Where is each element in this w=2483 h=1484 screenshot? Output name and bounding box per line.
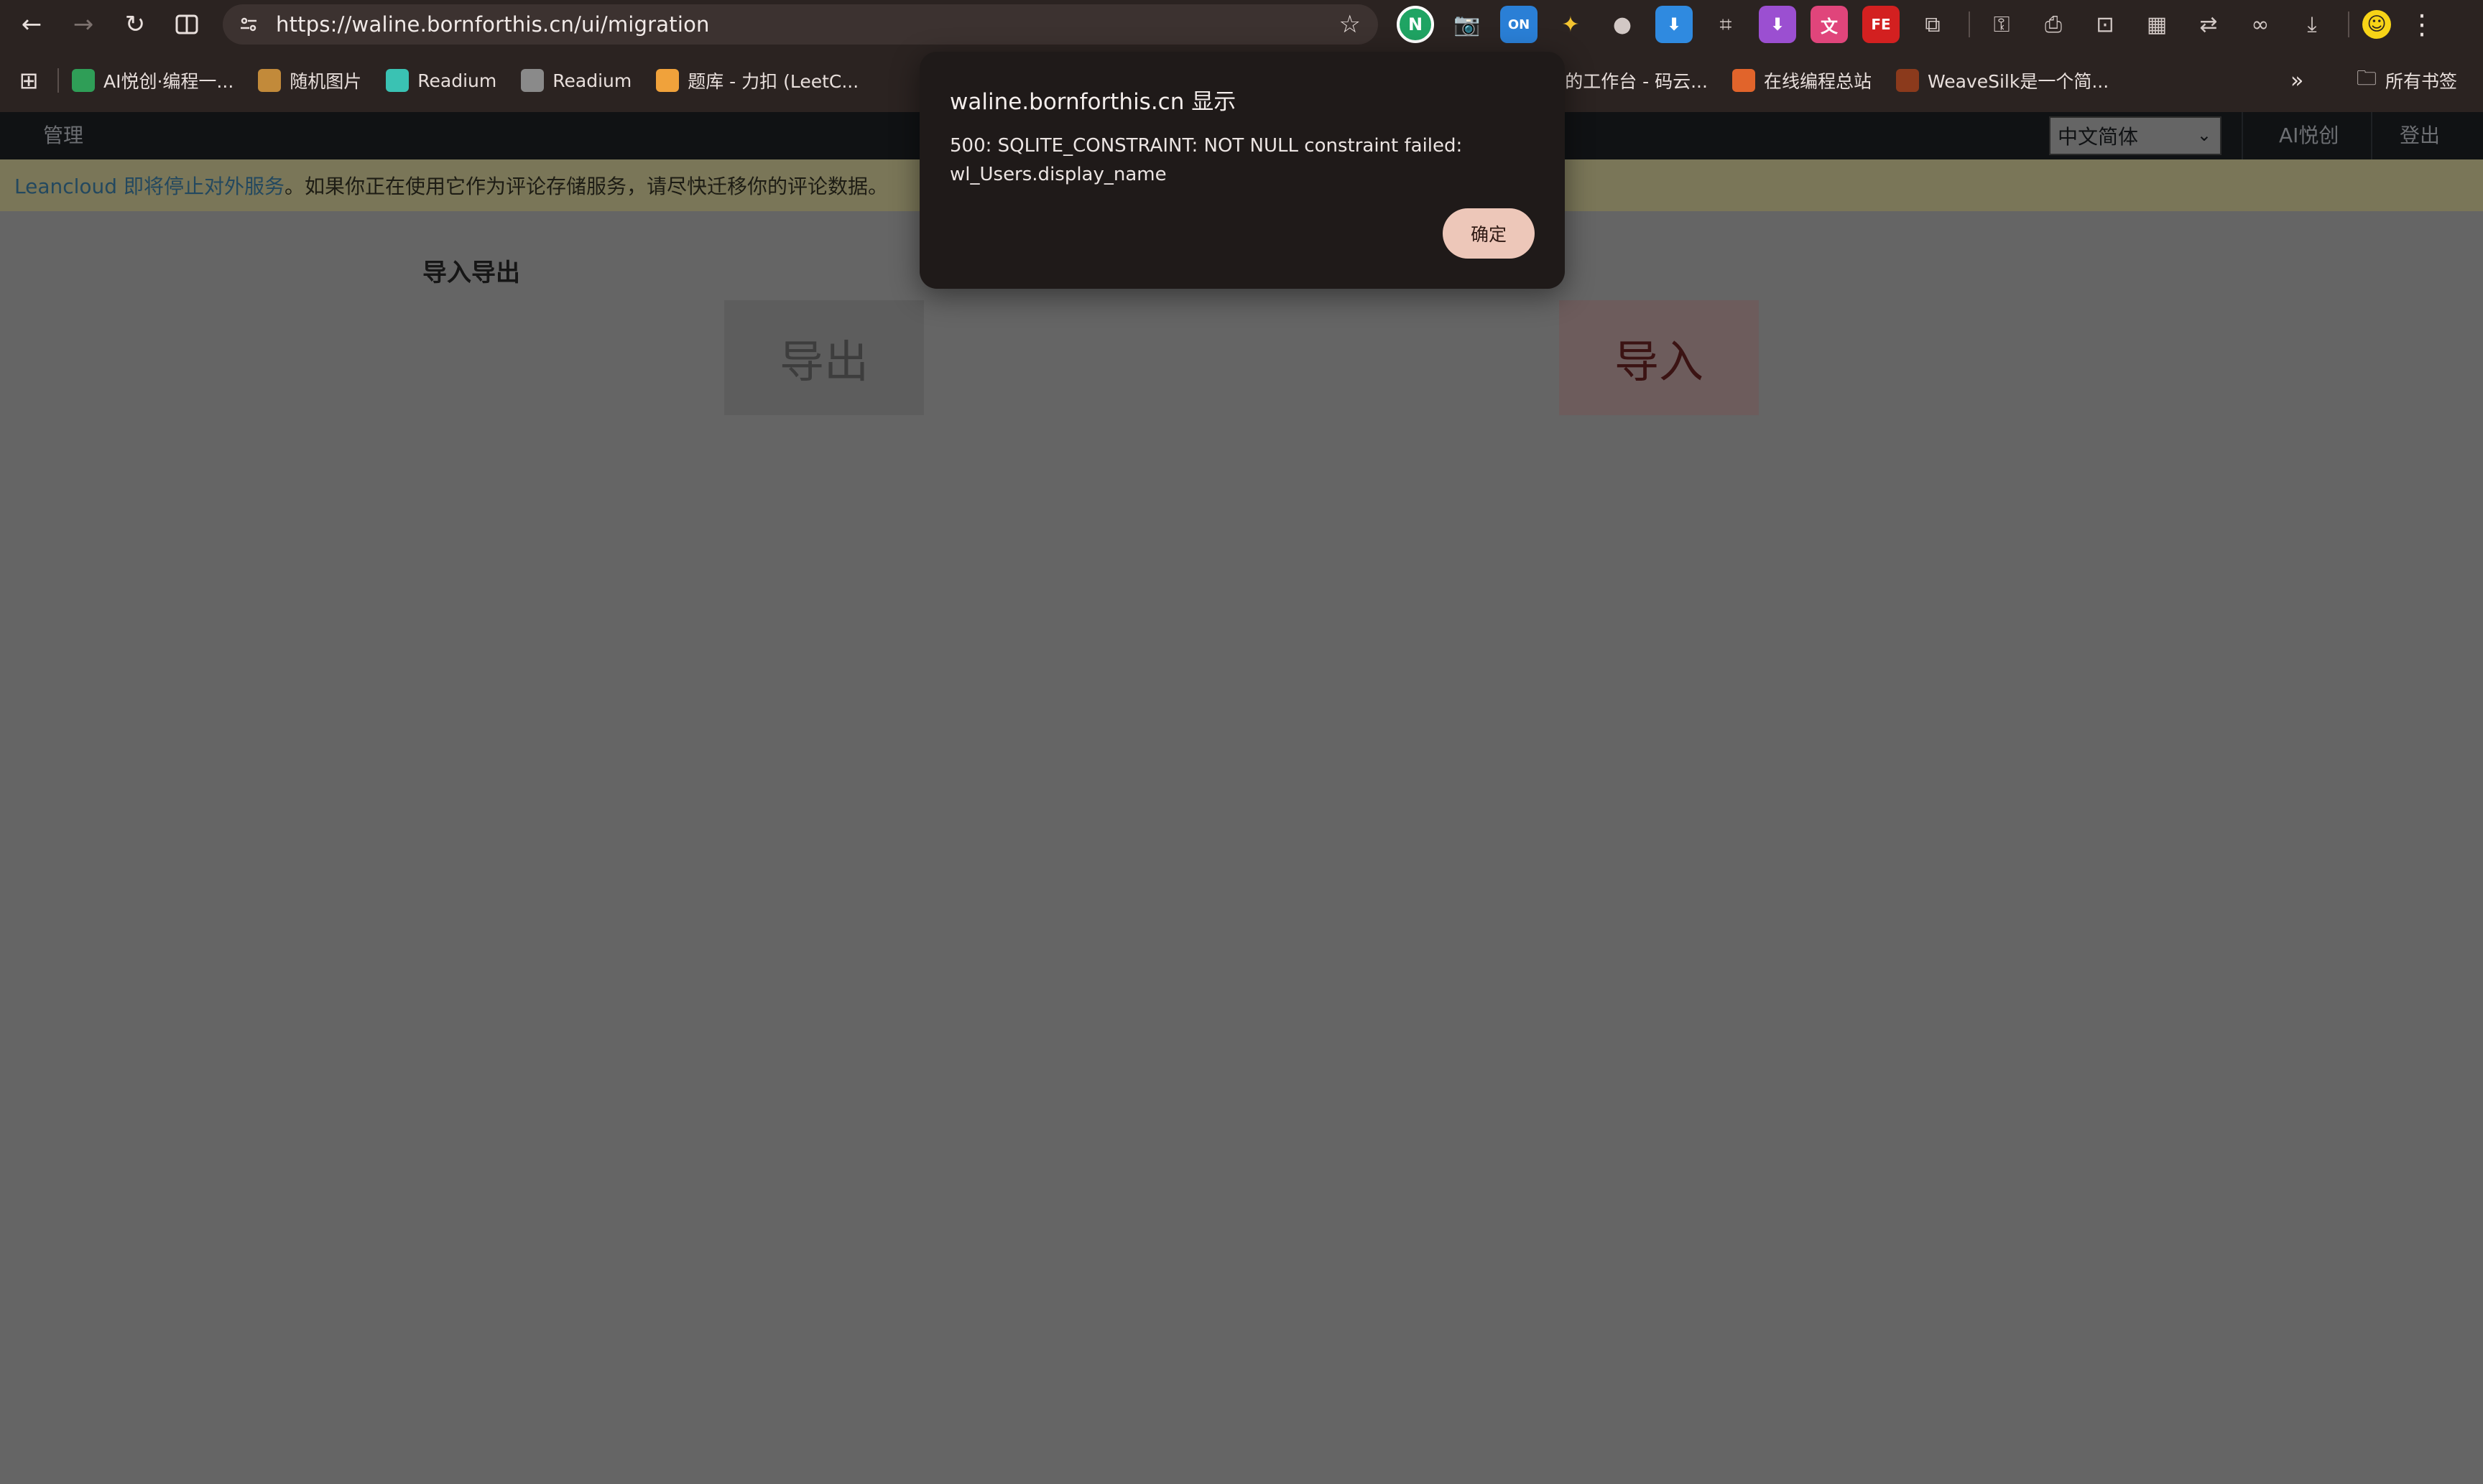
bookmark-item[interactable]: 在线编程总站 (1731, 49, 1872, 112)
url-text[interactable]: https://waline.bornforthis.cn/ui/migrati… (276, 12, 710, 37)
extension-purple-icon[interactable]: ⬇ (1759, 6, 1796, 43)
toolbar-divider (2348, 11, 2349, 37)
bookmark-weavesilk-icon (1895, 69, 1919, 92)
bookmarks-divider (57, 68, 59, 93)
site-info-icon[interactable] (228, 4, 269, 45)
notice-link[interactable]: Leancloud 即将停止对外服务 (14, 171, 285, 200)
bookmark-code-icon (1731, 69, 1755, 92)
nav-divider (2371, 112, 2372, 159)
folder-icon: 🗀 (2357, 66, 2377, 90)
bookmark-label: AI悦创·编程一... (103, 71, 234, 92)
chevron-down-icon: ⌄ (2196, 125, 2211, 145)
nav-logout-link[interactable]: 登出 (2400, 112, 2440, 159)
dialog-ok-button[interactable]: 确定 (1443, 208, 1535, 259)
bookmark-label: Readium (417, 70, 497, 91)
bookmark-star-icon[interactable]: ☆ (1339, 10, 1361, 39)
language-value: 中文简体 (2058, 125, 2139, 149)
bookmark-label: 随机图片 (290, 71, 362, 92)
bookmark-label: 我的工作台 - 码云... (1547, 71, 1708, 92)
bookmark-label: 题库 - 力扣 (LeetC... (688, 71, 859, 92)
bookmark-item[interactable]: 题库 - 力扣 (LeetC... (656, 49, 859, 112)
forward-arrow-icon: → (73, 10, 94, 39)
all-bookmarks-button[interactable]: 🗀 所有书签 (2357, 49, 2457, 112)
browser-menu-icon[interactable]: ⋮ (2408, 9, 2436, 40)
browser-toolbar: ← → ↻ https://waline.bornforthis.cn/ui/m… (0, 0, 2483, 49)
address-bar[interactable]: https://waline.bornforthis.cn/ui/migrati… (223, 4, 1378, 45)
page-content: 管理 中文简体 ⌄ AI悦创 登出 Leancloud 即将停止对外服务 。如果… (0, 112, 2483, 1484)
all-bookmarks-label: 所有书签 (2385, 71, 2458, 92)
export-button[interactable]: 导出 (724, 300, 924, 415)
bookmark-globe-icon (521, 69, 545, 92)
split-view-button[interactable] (161, 0, 213, 49)
bookmark-ai-icon (72, 69, 95, 92)
dialog-title: waline.bornforthis.cn 显示 (950, 89, 1236, 115)
extension-on-icon[interactable]: ON (1500, 6, 1538, 43)
back-button[interactable]: ← (6, 0, 57, 49)
bookmark-item[interactable]: AI悦创·编程一... (72, 49, 233, 112)
extension-camera-icon[interactable]: 📷 (1448, 6, 1486, 43)
reload-button[interactable]: ↻ (109, 0, 161, 49)
toolbar-divider (1969, 11, 1970, 37)
nav-admin-link[interactable]: 管理 (43, 112, 83, 159)
profile-avatar-icon[interactable]: ☺ (2362, 10, 2391, 39)
nav-user-link[interactable]: AI悦创 (2279, 112, 2339, 159)
bookmark-label: 在线编程总站 (1763, 71, 1872, 92)
bookmark-item[interactable]: Readium (386, 49, 496, 112)
downloads-icon[interactable]: ⤓ (2293, 6, 2331, 43)
translate-page-icon[interactable]: ⇄ (2190, 6, 2227, 43)
extension-fox-icon[interactable]: ✦ (1552, 6, 1589, 43)
language-select[interactable]: 中文简体 ⌄ (2049, 116, 2221, 155)
more-bookmarks-icon[interactable]: » (2290, 49, 2303, 112)
password-key-icon[interactable]: ⚿ (1983, 6, 2020, 43)
extension-n-icon[interactable]: N (1397, 6, 1434, 43)
bookmark-label: Readium (552, 70, 632, 91)
bookmark-item[interactable]: 随机图片 (258, 49, 361, 112)
copy-link-icon[interactable]: ∞ (2242, 6, 2279, 43)
import-button[interactable]: 导入 (1559, 300, 1759, 415)
bookmark-leetcode-icon (656, 69, 680, 92)
extensions-bar: N 📷 ON ✦ ● ⬇ ⌗ ⬇ 文 FE ⧉ ⚿ ⎙ ⊡ ▦ ⇄ ∞ ⤓ ☺ … (1397, 0, 2436, 49)
alert-dialog: waline.bornforthis.cn 显示 500: SQLITE_CON… (920, 52, 1565, 289)
nav-divider (2242, 112, 2243, 159)
bookmark-label: WeaveSilk是一个简... (1927, 71, 2109, 92)
extension-translate-icon[interactable]: 文 (1811, 6, 1848, 43)
bookmark-box-icon (258, 69, 282, 92)
bookmark-item[interactable]: Readium (521, 49, 632, 112)
apps-grid-icon[interactable]: ⊞ (0, 49, 57, 112)
print-icon[interactable]: ⎙ (2035, 6, 2072, 43)
extension-fe-icon[interactable]: FE (1862, 6, 1900, 43)
bookmark-readium-icon (386, 69, 410, 92)
back-arrow-icon: ← (21, 10, 42, 39)
forward-button[interactable]: → (57, 0, 109, 49)
notice-text: 。如果你正在使用它作为评论存储服务，请尽快迁移你的评论数据。 (284, 175, 888, 198)
screenshot-icon[interactable]: ⊡ (2086, 6, 2124, 43)
split-view-icon (175, 14, 198, 34)
extensions-puzzle-icon[interactable]: ⧉ (1914, 6, 1951, 43)
extension-download-icon[interactable]: ⬇ (1655, 6, 1693, 43)
extension-github-icon[interactable]: ● (1604, 6, 1641, 43)
extension-grid-icon[interactable]: ⌗ (1707, 6, 1744, 43)
qr-code-icon[interactable]: ▦ (2138, 6, 2175, 43)
bookmark-item[interactable]: WeaveSilk是一个简... (1895, 49, 2109, 112)
dialog-message: 500: SQLITE_CONSTRAINT: NOT NULL constra… (950, 135, 1463, 185)
reload-icon: ↻ (124, 10, 146, 39)
section-title: 导入导出 (422, 259, 520, 287)
